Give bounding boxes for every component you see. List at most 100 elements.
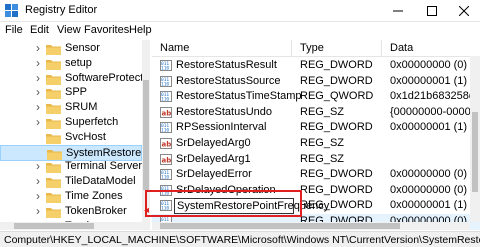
- value-data: 0x00000000 (0): [390, 59, 468, 71]
- scroll-thumb[interactable]: [143, 80, 149, 190]
- expand-chevron-icon[interactable]: ›: [36, 100, 40, 114]
- title-bar: Registry Editor: [0, 0, 480, 22]
- folder-icon: [47, 149, 62, 160]
- close-button[interactable]: [448, 0, 480, 22]
- registry-tree[interactable]: ›Sensor›setup›SoftwareProtectionPla›SPP›…: [0, 40, 150, 230]
- tree-item[interactable]: › SoftwareProtectionPla: [0, 71, 149, 87]
- folder-icon: [46, 45, 61, 55]
- tree-item-label: Sensor: [65, 42, 100, 54]
- svg-text:110: 110: [161, 128, 169, 134]
- expand-chevron-icon[interactable]: ›: [36, 41, 40, 55]
- tree-item[interactable]: › SPP: [0, 85, 142, 101]
- menu-bar: File Edit View Favorites Help: [0, 22, 480, 40]
- tree-item[interactable]: › Terminal Server: [0, 159, 142, 175]
- svg-text:ab: ab: [162, 141, 172, 149]
- scroll-thumb[interactable]: [472, 112, 478, 192]
- tree-item[interactable]: › Time Zones: [0, 189, 142, 205]
- value-name: SrDelayedArg1: [176, 152, 251, 165]
- value-name: SrDelayedArg0: [176, 137, 251, 149]
- close-icon: [459, 6, 469, 16]
- scroll-thumb[interactable]: [14, 223, 94, 229]
- value-data: 0x00000000 (0): [390, 168, 468, 181]
- svg-text:110: 110: [161, 81, 169, 87]
- folder-icon: [46, 178, 61, 189]
- tree-item-label: Superfetch: [65, 116, 119, 128]
- expand-chevron-icon[interactable]: ›: [36, 174, 40, 188]
- value-row[interactable]: ab SrDelayedArg0 REG_SZ: [152, 136, 480, 152]
- tree-item-label: SystemRestore: [66, 146, 142, 159]
- folder-icon: [46, 89, 61, 100]
- svg-text:110: 110: [161, 175, 169, 181]
- value-name: SrDelayedError: [176, 168, 252, 181]
- minimize-button[interactable]: [380, 0, 416, 22]
- svg-text:110: 110: [161, 66, 169, 72]
- menu-edit[interactable]: Edit: [30, 24, 49, 36]
- value-type: REG_QWORD: [300, 90, 374, 103]
- expand-chevron-icon[interactable]: ›: [36, 204, 40, 218]
- expand-chevron-icon[interactable]: ›: [36, 159, 40, 173]
- list-horizontal-scrollbar[interactable]: [152, 222, 470, 230]
- tree-item[interactable]: › SRUM: [0, 100, 142, 116]
- value-type: REG_SZ: [300, 152, 345, 165]
- tree-item[interactable]: › setup: [0, 56, 142, 72]
- column-header-type[interactable]: Type: [292, 40, 382, 56]
- tree-item[interactable]: › TileDataModel: [0, 174, 142, 190]
- list-vertical-scrollbar[interactable]: [470, 56, 480, 222]
- string-value-icon: ab: [160, 153, 172, 165]
- value-data: 0x00000000 (0): [390, 183, 468, 196]
- tree-item[interactable]: SystemRestore: [0, 144, 142, 161]
- string-value-icon: ab: [160, 106, 172, 118]
- registry-path: Computer\HKEY_LOCAL_MACHINE\SOFTWARE\Mic…: [4, 234, 480, 246]
- tree-item-label: SPP: [65, 86, 88, 99]
- expand-chevron-icon[interactable]: ›: [36, 189, 40, 203]
- column-header-name[interactable]: Name: [152, 40, 292, 56]
- tree-item-label: Time Zones: [65, 190, 123, 202]
- string-value-icon: ab: [160, 138, 172, 149]
- tree-horizontal-scrollbar[interactable]: [0, 222, 142, 230]
- header-divider: [152, 56, 480, 57]
- value-type: REG_SZ: [300, 137, 345, 149]
- value-name: RestoreStatusResult: [176, 59, 277, 71]
- value-data: 0x00000001 (1): [390, 74, 468, 87]
- value-row[interactable]: 011 110 SrDelayedError REG_DWORD 0x00000000 …: [152, 167, 480, 183]
- value-row[interactable]: ab RestoreStatusUndo REG_SZ {00000000-0000-…: [152, 105, 480, 121]
- svg-text:ab: ab: [162, 156, 172, 164]
- tree-item-label: Terminal Server: [65, 160, 143, 173]
- value-type: REG_DWORD: [300, 74, 373, 87]
- folder-icon: [46, 74, 61, 85]
- expand-chevron-icon[interactable]: ›: [36, 71, 40, 85]
- expand-chevron-icon[interactable]: ›: [36, 115, 40, 129]
- tree-item[interactable]: › Sensor: [0, 41, 142, 57]
- value-name: RestoreStatusUndo: [176, 105, 272, 118]
- menu-help[interactable]: Help: [129, 24, 152, 36]
- tree-item-label: TileDataModel: [65, 175, 136, 188]
- folder-icon: [46, 193, 61, 203]
- value-type: REG_DWORD: [300, 183, 373, 196]
- maximize-button[interactable]: [414, 0, 450, 22]
- tree-item[interactable]: › TokenBroker: [0, 204, 142, 220]
- binary-value-icon: 011110: [160, 75, 172, 87]
- binary-value-icon: 011110: [160, 169, 172, 181]
- svg-text:110: 110: [161, 97, 169, 103]
- tree-item[interactable]: › Superfetch: [0, 115, 142, 131]
- expand-chevron-icon[interactable]: ›: [36, 56, 40, 70]
- value-row[interactable]: 011 110 RPSessionInterval REG_DWORD 0x000000…: [152, 120, 480, 136]
- menu-view[interactable]: View: [57, 24, 81, 36]
- value-row[interactable]: 011 110 RestoreStatusResult REG_DWORD 0x0000…: [152, 58, 480, 74]
- menu-file[interactable]: File: [5, 24, 23, 36]
- value-row[interactable]: 011 110 RestoreStatusTimeStamp REG_QWORD 0x1…: [152, 89, 480, 105]
- value-row[interactable]: ab SrDelayedArg1 REG_SZ: [152, 152, 480, 168]
- expand-chevron-icon[interactable]: ›: [36, 85, 40, 99]
- folder-icon: [46, 59, 61, 70]
- registry-editor-icon: [5, 4, 18, 17]
- column-header-data[interactable]: Data: [382, 40, 480, 56]
- window-title: Registry Editor: [25, 4, 98, 16]
- value-data: 0x1d21b683258dff5: [390, 90, 480, 103]
- value-row[interactable]: 011 110 RestoreStatusSource REG_DWORD 0x0000…: [152, 74, 480, 90]
- scroll-thumb[interactable]: [160, 223, 400, 229]
- menu-favorites[interactable]: Favorites: [84, 24, 129, 36]
- maximize-icon: [427, 6, 437, 16]
- tree-item-label: setup: [65, 56, 92, 69]
- tree-item[interactable]: SvcHost: [0, 130, 142, 146]
- folder-icon: [46, 163, 61, 174]
